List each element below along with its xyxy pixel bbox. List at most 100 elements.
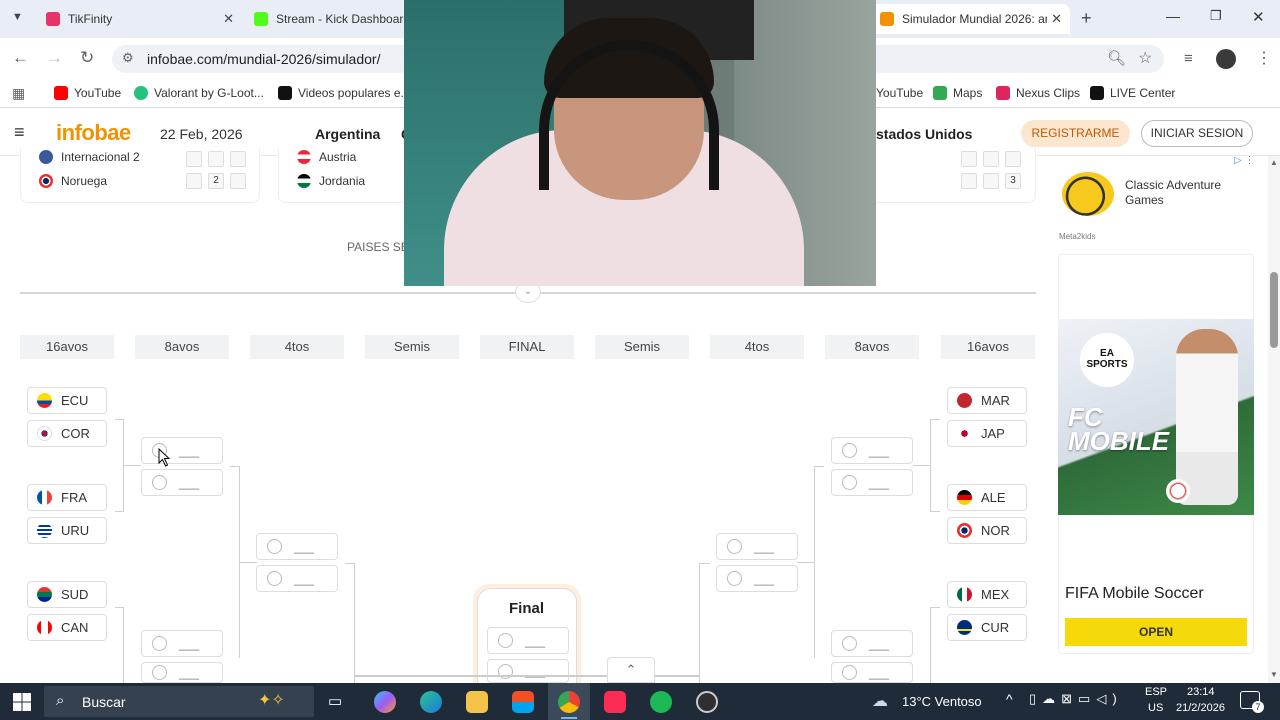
stage-8avos-right[interactable]: 8avos (825, 335, 919, 359)
match-slot[interactable]: ___ (831, 437, 913, 464)
match-slot[interactable]: ___ (141, 469, 223, 496)
score-box[interactable]: 3 (1005, 173, 1021, 189)
score-box[interactable] (961, 173, 977, 189)
match-slot[interactable]: ___ (256, 565, 338, 592)
maximize-icon[interactable]: ❐ (1210, 8, 1222, 24)
bookmark-live-center[interactable]: LIVE Center (1090, 86, 1175, 100)
stage-final[interactable]: FINAL (480, 335, 574, 359)
input-region[interactable]: US (1148, 702, 1163, 714)
zoom-icon[interactable]: 🔍︎ (1107, 49, 1126, 67)
score-box[interactable] (186, 173, 202, 189)
match-slot[interactable]: ___ (141, 437, 223, 464)
radio-icon[interactable] (267, 571, 282, 586)
tab-kick-dashboard[interactable]: Stream - Kick Dashboard (244, 4, 414, 34)
weather-text[interactable]: 13°C Ventoso (902, 694, 982, 709)
tab-tikfinity[interactable]: TikFinity ✕ (36, 4, 242, 34)
stage-4tos-right[interactable]: 4tos (710, 335, 804, 359)
score-box[interactable]: 2 (208, 173, 224, 189)
team-slot-ecu[interactable]: ECU (27, 387, 107, 414)
chrome-icon[interactable] (558, 691, 580, 713)
page-scrollbar[interactable] (1268, 156, 1280, 683)
team-slot-mar[interactable]: MAR (947, 387, 1027, 414)
team-slot-fra[interactable]: FRA (27, 484, 107, 511)
final-slot[interactable]: ___ (487, 627, 569, 654)
clock-date[interactable]: 21/2/2026 (1176, 702, 1225, 714)
radio-icon[interactable] (152, 636, 167, 651)
score-box[interactable] (230, 151, 246, 167)
ms-store-icon[interactable] (512, 691, 534, 713)
stage-semis-left[interactable]: Semis (365, 335, 459, 359)
copilot-icon[interactable] (374, 691, 396, 713)
profile-avatar[interactable] (1216, 49, 1236, 69)
tiktok-live-icon[interactable] (604, 691, 626, 713)
score-box[interactable] (983, 151, 999, 167)
reload-icon[interactable]: ↻ (80, 48, 94, 68)
site-info-icon[interactable]: ⚙ (122, 50, 134, 66)
scrollbar-thumb[interactable] (1270, 272, 1278, 348)
score-box[interactable] (983, 173, 999, 189)
input-language[interactable]: ESP (1145, 686, 1167, 698)
radio-icon[interactable] (152, 475, 167, 490)
team-slot-cor[interactable]: COR (27, 420, 107, 447)
radio-icon[interactable] (842, 475, 857, 490)
match-slot[interactable]: ___ (831, 630, 913, 657)
ad-open-button[interactable]: OPEN (1065, 618, 1247, 646)
tab-search-chevron-icon[interactable]: ▼ (12, 11, 23, 23)
score-box[interactable] (208, 151, 224, 167)
forward-icon[interactable]: → (46, 48, 63, 68)
radio-icon[interactable] (727, 571, 742, 586)
radio-icon[interactable] (267, 539, 282, 554)
radio-icon[interactable] (842, 665, 857, 680)
edge-icon[interactable] (420, 691, 442, 713)
ad-image[interactable]: EA SPORTS FC MOBILE (1058, 319, 1254, 515)
ad-choices-icon[interactable]: ▷ ⋮ (1234, 155, 1254, 166)
team-slot-mex[interactable]: MEX (947, 581, 1027, 608)
stage-16avos-right[interactable]: 16avos (941, 335, 1035, 359)
bookmark-youtube-2[interactable]: YouTube (876, 86, 923, 100)
nav-estados-unidos[interactable]: stados Unidos (876, 126, 972, 142)
bookmark-valorant[interactable]: Valorant by G-Loot... (134, 86, 264, 100)
scroll-up-icon[interactable]: ▲ (1270, 158, 1278, 167)
register-button[interactable]: REGISTRARME (1021, 120, 1130, 147)
ad-big-title[interactable]: FIFA Mobile Soccer (1065, 585, 1204, 603)
obs-icon[interactable] (696, 691, 718, 713)
new-tab-icon[interactable]: + (1081, 8, 1092, 29)
stage-8avos-left[interactable]: 8avos (135, 335, 229, 359)
tray-icons[interactable]: ▯☁⊠▭◁) (1029, 691, 1123, 707)
spotify-icon[interactable] (650, 691, 672, 713)
close-icon[interactable]: ✕ (223, 11, 234, 27)
nav-argentina[interactable]: Argentina (315, 126, 380, 142)
bookmark-nexus-clips[interactable]: Nexus Clips (996, 86, 1080, 100)
close-icon[interactable]: ✕ (1051, 11, 1062, 27)
back-icon[interactable]: ← (12, 48, 29, 68)
radio-icon[interactable] (152, 665, 167, 680)
match-slot[interactable]: ___ (141, 630, 223, 657)
windows-start-icon[interactable] (13, 693, 31, 711)
bookmark-maps[interactable]: Maps (933, 86, 982, 100)
match-slot[interactable]: ___ (141, 662, 223, 683)
match-slot[interactable]: ___ (256, 533, 338, 560)
scroll-top-button[interactable]: ⌃ (607, 657, 655, 683)
team-slot-uru[interactable]: URU (27, 517, 107, 544)
score-box[interactable] (186, 151, 202, 167)
bookmark-tiktok-videos[interactable]: Videos populares e... (278, 86, 411, 100)
stage-semis-right[interactable]: Semis (595, 335, 689, 359)
match-slot[interactable]: ___ (716, 533, 798, 560)
stage-16avos-left[interactable]: 16avos (20, 335, 114, 359)
taskbar-search-box[interactable]: ⌕ Buscar ✦✧ (44, 686, 314, 717)
clock-time[interactable]: 23:14 (1187, 686, 1215, 698)
team-slot-sud[interactable]: SUD (27, 581, 107, 608)
final-slot[interactable]: ___ (487, 659, 569, 683)
match-slot[interactable]: ___ (831, 469, 913, 496)
task-view-icon[interactable]: ▭ (328, 692, 342, 710)
stage-4tos-left[interactable]: 4tos (250, 335, 344, 359)
hamburger-search-icon[interactable]: ≡ (14, 122, 25, 143)
team-slot-nor[interactable]: NOR (947, 517, 1027, 544)
window-close-icon[interactable]: ✕ (1252, 8, 1265, 26)
radio-icon[interactable] (842, 636, 857, 651)
score-box[interactable] (1005, 151, 1021, 167)
minimize-icon[interactable]: — (1166, 8, 1180, 24)
ad-small-title[interactable]: Classic Adventure Games (1125, 178, 1235, 208)
team-slot-cur[interactable]: CUR (947, 614, 1027, 641)
score-box[interactable] (230, 173, 246, 189)
